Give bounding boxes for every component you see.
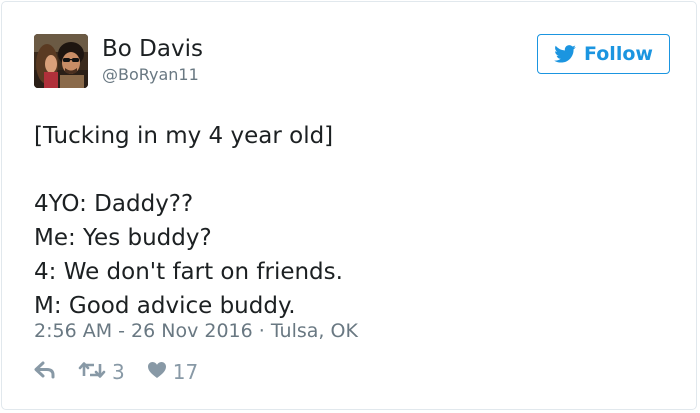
retweet-count: 3 <box>112 360 125 384</box>
tweet-line: [Tucking in my 4 year old] <box>34 123 334 149</box>
tweet-actions: 3 17 <box>34 359 198 385</box>
retweet-icon <box>78 361 106 383</box>
tweet-line: 4: We don't fart on friends. <box>34 259 343 285</box>
avatar[interactable] <box>34 34 88 88</box>
follow-label: Follow <box>584 43 653 65</box>
tweet-card: Bo Davis @BoRyan11 Follow [Tucking in my… <box>1 1 697 410</box>
retweet-button[interactable]: 3 <box>78 360 125 384</box>
like-count: 17 <box>172 360 199 384</box>
twitter-bird-icon <box>554 45 576 63</box>
display-name[interactable]: Bo Davis <box>102 35 203 63</box>
heart-icon <box>147 361 167 383</box>
follow-button[interactable]: Follow <box>537 34 670 74</box>
tweet-line: Me: Yes buddy? <box>34 225 212 251</box>
tweet-text: [Tucking in my 4 year old] 4YO: Daddy?? … <box>34 119 674 323</box>
reply-icon <box>34 361 56 383</box>
tweet-line: M: Good advice buddy. <box>34 293 296 319</box>
profile-photo-icon <box>34 34 88 88</box>
tweet-timestamp-location[interactable]: 2:56 AM - 26 Nov 2016 · Tulsa, OK <box>34 319 358 343</box>
like-button[interactable]: 17 <box>147 360 198 384</box>
reply-button[interactable] <box>34 361 56 383</box>
user-handle[interactable]: @BoRyan11 <box>102 65 199 85</box>
tweet-line: 4YO: Daddy?? <box>34 191 194 217</box>
